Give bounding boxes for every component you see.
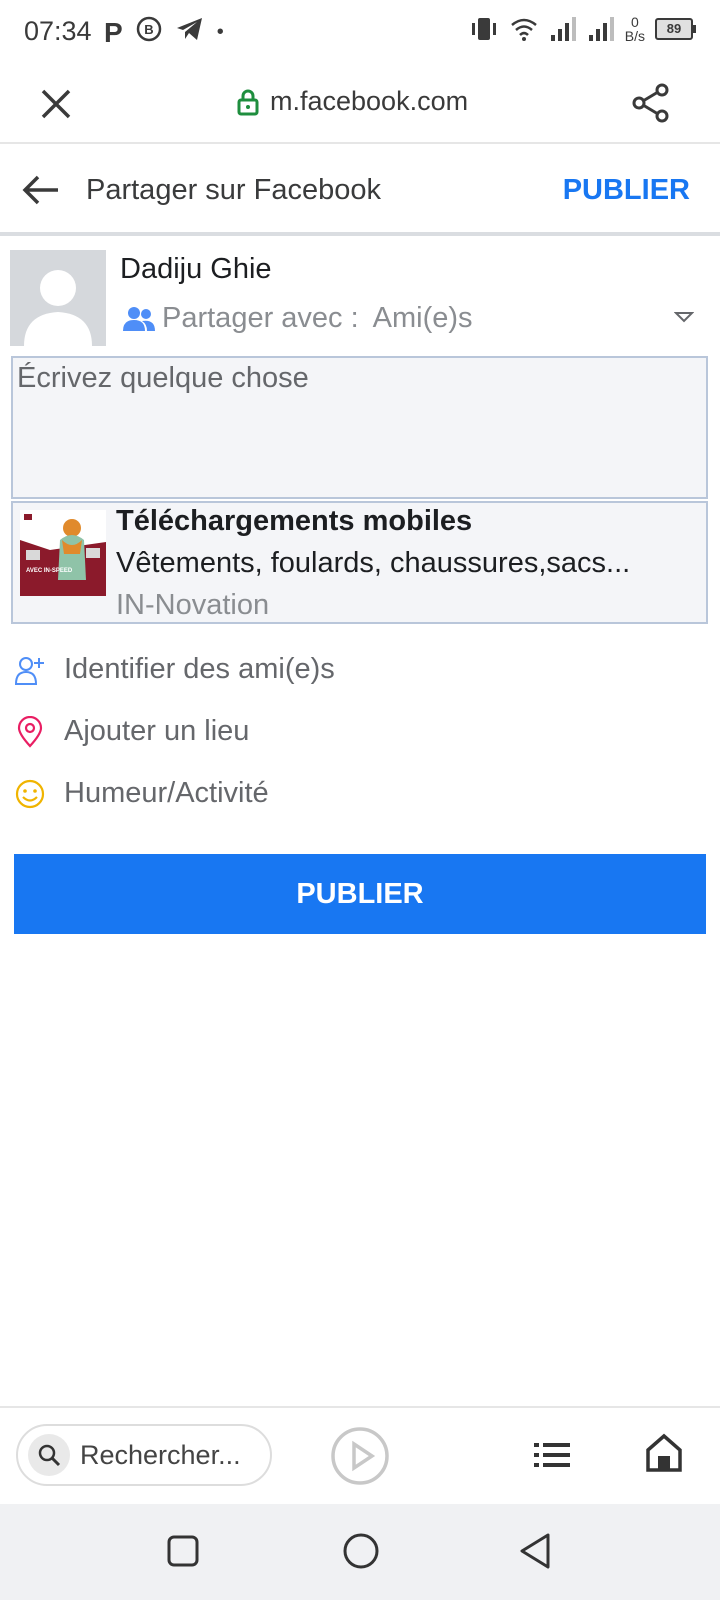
status-time: 07:34 — [24, 16, 92, 46]
header-publish-button[interactable]: PUBLIER — [563, 174, 690, 207]
vibrate-icon — [471, 18, 496, 40]
publish-button[interactable]: PUBLIER — [14, 854, 706, 934]
wifi-icon — [510, 18, 537, 41]
post-text-input[interactable] — [11, 356, 708, 499]
add-place-action[interactable]: Ajouter un lieu — [14, 715, 249, 748]
thumbnail-headline: AVEC IN-SPEED — [26, 568, 73, 574]
battery-level: 89 — [655, 18, 693, 40]
tag-friends-action[interactable]: Identifier des ami(e)s — [14, 653, 335, 686]
telegram-icon — [175, 15, 205, 50]
smiley-icon — [15, 779, 45, 808]
page-title: Partager sur Facebook — [86, 174, 381, 206]
audience-prefix: Partager avec : — [162, 302, 359, 334]
chevron-down-icon[interactable] — [673, 310, 695, 329]
back-triangle-icon[interactable] — [518, 1532, 552, 1570]
add-person-icon — [14, 656, 44, 685]
feeling-label: Humeur/Activité — [64, 777, 269, 809]
signal-icon-2 — [588, 17, 614, 41]
whatsapp-business-icon: B — [135, 15, 163, 50]
search-placeholder: Rechercher... — [80, 1439, 241, 1470]
net-speed: 0 B/s — [624, 14, 645, 44]
add-place-label: Ajouter un lieu — [64, 715, 250, 747]
search-bar[interactable]: Rechercher... — [16, 1424, 272, 1486]
menu-list-icon[interactable] — [532, 1438, 572, 1472]
recent-apps-icon[interactable] — [166, 1534, 200, 1568]
feeling-action[interactable]: Humeur/Activité — [14, 777, 269, 810]
friends-icon — [123, 306, 155, 331]
tag-friends-label: Identifier des ami(e)s — [64, 653, 335, 685]
signal-icon-1 — [550, 17, 576, 41]
user-name: Dadiju Ghie — [120, 253, 272, 285]
avatar — [10, 250, 106, 346]
system-icons: 0 B/s 89 — [469, 14, 696, 44]
svg-text:B: B — [144, 22, 153, 37]
status-bar: 07:34 P B • 0 B/s 89 — [0, 0, 720, 64]
back-arrow-icon[interactable] — [20, 172, 62, 208]
play-icon[interactable] — [330, 1426, 390, 1486]
link-description: Vêtements, foulards, chaussures,sacs... — [116, 547, 631, 579]
audience-value: Ami(e)s — [372, 302, 473, 334]
battery-icon: 89 — [655, 18, 696, 40]
audience-selector[interactable]: Partager avec : Ami(e)s — [122, 302, 473, 335]
url-bar[interactable]: m.facebook.com — [236, 86, 468, 117]
url-text: m.facebook.com — [270, 86, 469, 116]
dot-icon: • — [216, 21, 224, 43]
link-title: Téléchargements mobiles — [116, 505, 473, 537]
link-thumbnail: AVEC IN-SPEED — [20, 510, 106, 596]
share-icon[interactable] — [630, 82, 672, 124]
lock-icon — [237, 89, 259, 115]
link-source: IN-Novation — [116, 589, 270, 621]
location-pin-icon — [17, 715, 43, 748]
home-circle-icon[interactable] — [342, 1532, 380, 1570]
parking-app-icon: P — [104, 16, 123, 48]
search-icon — [28, 1434, 70, 1476]
notification-icons: P B • — [104, 15, 224, 50]
home-icon[interactable] — [644, 1432, 684, 1474]
close-icon[interactable] — [38, 86, 74, 122]
